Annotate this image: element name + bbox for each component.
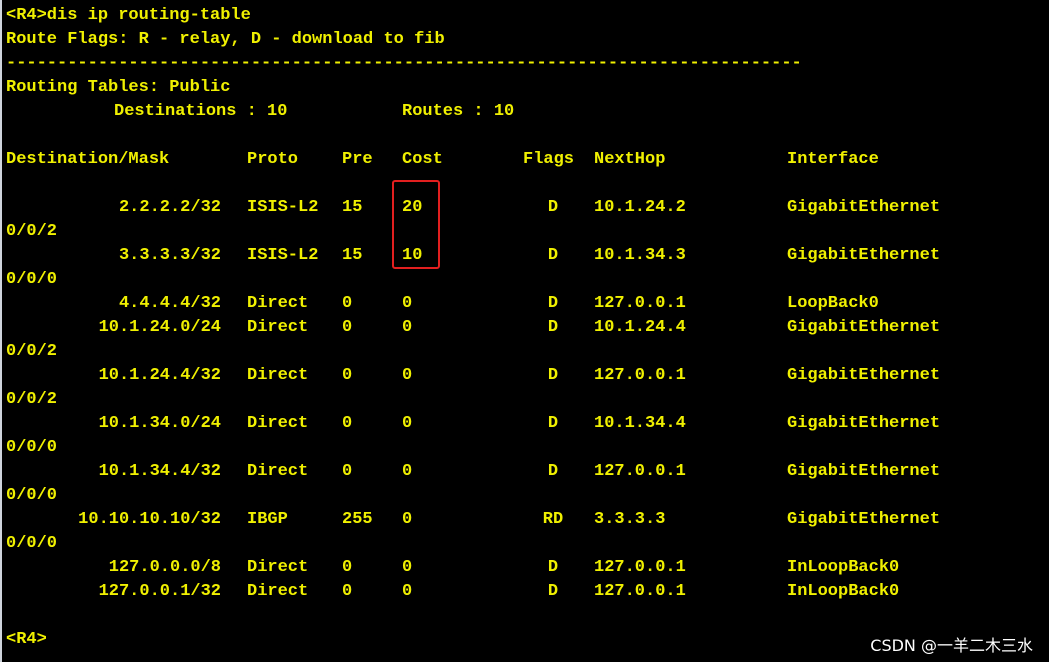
cell-nexthop: 10.1.34.4 bbox=[594, 414, 686, 433]
cell-interface-continuation: 0/0/2 bbox=[6, 390, 58, 409]
column-header-proto: Proto bbox=[247, 150, 299, 169]
cell-flags: D bbox=[547, 414, 559, 433]
destinations-count: Destinations : 10 bbox=[114, 102, 288, 121]
table-heading: Routing Tables: Public bbox=[6, 78, 231, 97]
cell-proto: Direct bbox=[247, 414, 309, 433]
cell-interface: GigabitEthernet bbox=[787, 318, 941, 337]
cell-nexthop: 10.1.34.3 bbox=[594, 246, 686, 265]
cell-nexthop: 10.1.24.4 bbox=[594, 318, 686, 337]
route-flags-legend: Route Flags: R - relay, D - download to … bbox=[6, 30, 445, 49]
cell-destination: 10.1.34.0/24 bbox=[98, 414, 221, 433]
cell-cost: 0 bbox=[402, 318, 413, 337]
cell-interface: GigabitEthernet bbox=[787, 414, 941, 433]
separator-line: ----------------------------------------… bbox=[6, 54, 802, 73]
cell-nexthop: 127.0.0.1 bbox=[594, 462, 686, 481]
cell-pre: 0 bbox=[342, 582, 353, 601]
cell-pre: 0 bbox=[342, 414, 353, 433]
cell-proto: Direct bbox=[247, 294, 309, 313]
cell-proto: IBGP bbox=[247, 510, 288, 529]
cell-interface-continuation: 0/0/0 bbox=[6, 438, 58, 457]
cell-interface: LoopBack0 bbox=[787, 294, 879, 313]
cell-cost: 0 bbox=[402, 558, 413, 577]
cell-cost: 0 bbox=[402, 462, 413, 481]
cell-flags: D bbox=[547, 366, 559, 385]
cell-proto: ISIS-L2 bbox=[247, 246, 319, 265]
cell-proto: Direct bbox=[247, 558, 309, 577]
terminal-window[interactable]: <R4>dis ip routing-table Route Flags: R … bbox=[0, 0, 1049, 662]
cell-proto: Direct bbox=[247, 462, 309, 481]
cell-interface: GigabitEthernet bbox=[787, 462, 941, 481]
command-line: <R4>dis ip routing-table bbox=[6, 6, 251, 25]
cell-flags: D bbox=[547, 462, 559, 481]
cell-pre: 15 bbox=[342, 198, 363, 217]
cell-pre: 0 bbox=[342, 366, 353, 385]
cell-pre: 0 bbox=[342, 462, 353, 481]
cell-interface-continuation: 0/0/2 bbox=[6, 342, 58, 361]
cell-interface: InLoopBack0 bbox=[787, 558, 900, 577]
cell-nexthop: 10.1.24.2 bbox=[594, 198, 686, 217]
cell-pre: 0 bbox=[342, 558, 353, 577]
cell-interface-continuation: 0/0/2 bbox=[6, 222, 58, 241]
cell-flags: RD bbox=[542, 510, 564, 529]
column-header-flags: Flags bbox=[523, 150, 575, 169]
cell-pre: 0 bbox=[342, 318, 353, 337]
cell-pre: 255 bbox=[342, 510, 373, 529]
cell-cost: 0 bbox=[402, 582, 413, 601]
cell-nexthop: 127.0.0.1 bbox=[594, 366, 686, 385]
cell-flags: D bbox=[547, 318, 559, 337]
cell-flags: D bbox=[547, 582, 559, 601]
column-header-cost: Cost bbox=[402, 150, 443, 169]
cell-interface: GigabitEthernet bbox=[787, 510, 941, 529]
cell-destination: 2.2.2.2/32 bbox=[118, 198, 221, 217]
cell-interface-continuation: 0/0/0 bbox=[6, 534, 58, 553]
cell-flags: D bbox=[547, 246, 559, 265]
cell-interface: GigabitEthernet bbox=[787, 198, 941, 217]
cell-proto: ISIS-L2 bbox=[247, 198, 319, 217]
watermark: CSDN @一羊二木三水 bbox=[870, 636, 1033, 655]
cell-proto: Direct bbox=[247, 318, 309, 337]
cell-nexthop: 3.3.3.3 bbox=[594, 510, 666, 529]
cell-flags: D bbox=[547, 294, 559, 313]
cell-proto: Direct bbox=[247, 582, 309, 601]
column-header-nexthop: NextHop bbox=[594, 150, 666, 169]
cell-nexthop: 127.0.0.1 bbox=[594, 558, 686, 577]
window-border bbox=[0, 0, 2, 662]
cell-interface: InLoopBack0 bbox=[787, 582, 900, 601]
cli-prompt[interactable]: <R4> bbox=[6, 628, 47, 652]
cell-interface-continuation: 0/0/0 bbox=[6, 270, 58, 289]
cell-pre: 0 bbox=[342, 294, 353, 313]
cell-proto: Direct bbox=[247, 366, 309, 385]
cell-flags: D bbox=[547, 198, 559, 217]
cell-destination: 127.0.0.0/8 bbox=[108, 558, 221, 577]
cell-destination: 127.0.0.1/32 bbox=[98, 582, 221, 601]
cell-cost: 0 bbox=[402, 510, 413, 529]
cell-interface: GigabitEthernet bbox=[787, 366, 941, 385]
cell-destination: 4.4.4.4/32 bbox=[118, 294, 221, 313]
cell-nexthop: 127.0.0.1 bbox=[594, 582, 686, 601]
column-header-interface: Interface bbox=[787, 150, 879, 169]
cell-destination: 3.3.3.3/32 bbox=[118, 246, 221, 265]
cell-pre: 15 bbox=[342, 246, 363, 265]
cell-destination: 10.1.24.0/24 bbox=[98, 318, 221, 337]
cell-destination: 10.1.24.4/32 bbox=[98, 366, 221, 385]
routes-count: Routes : 10 bbox=[402, 102, 515, 121]
cell-flags: D bbox=[547, 558, 559, 577]
column-header-pre: Pre bbox=[342, 150, 373, 169]
cell-interface-continuation: 0/0/0 bbox=[6, 486, 58, 505]
cell-interface: GigabitEthernet bbox=[787, 246, 941, 265]
cell-destination: 10.10.10.10/32 bbox=[78, 510, 221, 529]
cell-destination: 10.1.34.4/32 bbox=[98, 462, 221, 481]
cell-cost: 0 bbox=[402, 366, 413, 385]
cell-nexthop: 127.0.0.1 bbox=[594, 294, 686, 313]
cost-highlight-box bbox=[392, 180, 440, 269]
column-header-destination: Destination/Mask bbox=[6, 150, 170, 169]
cell-cost: 0 bbox=[402, 414, 413, 433]
cell-cost: 0 bbox=[402, 294, 413, 313]
